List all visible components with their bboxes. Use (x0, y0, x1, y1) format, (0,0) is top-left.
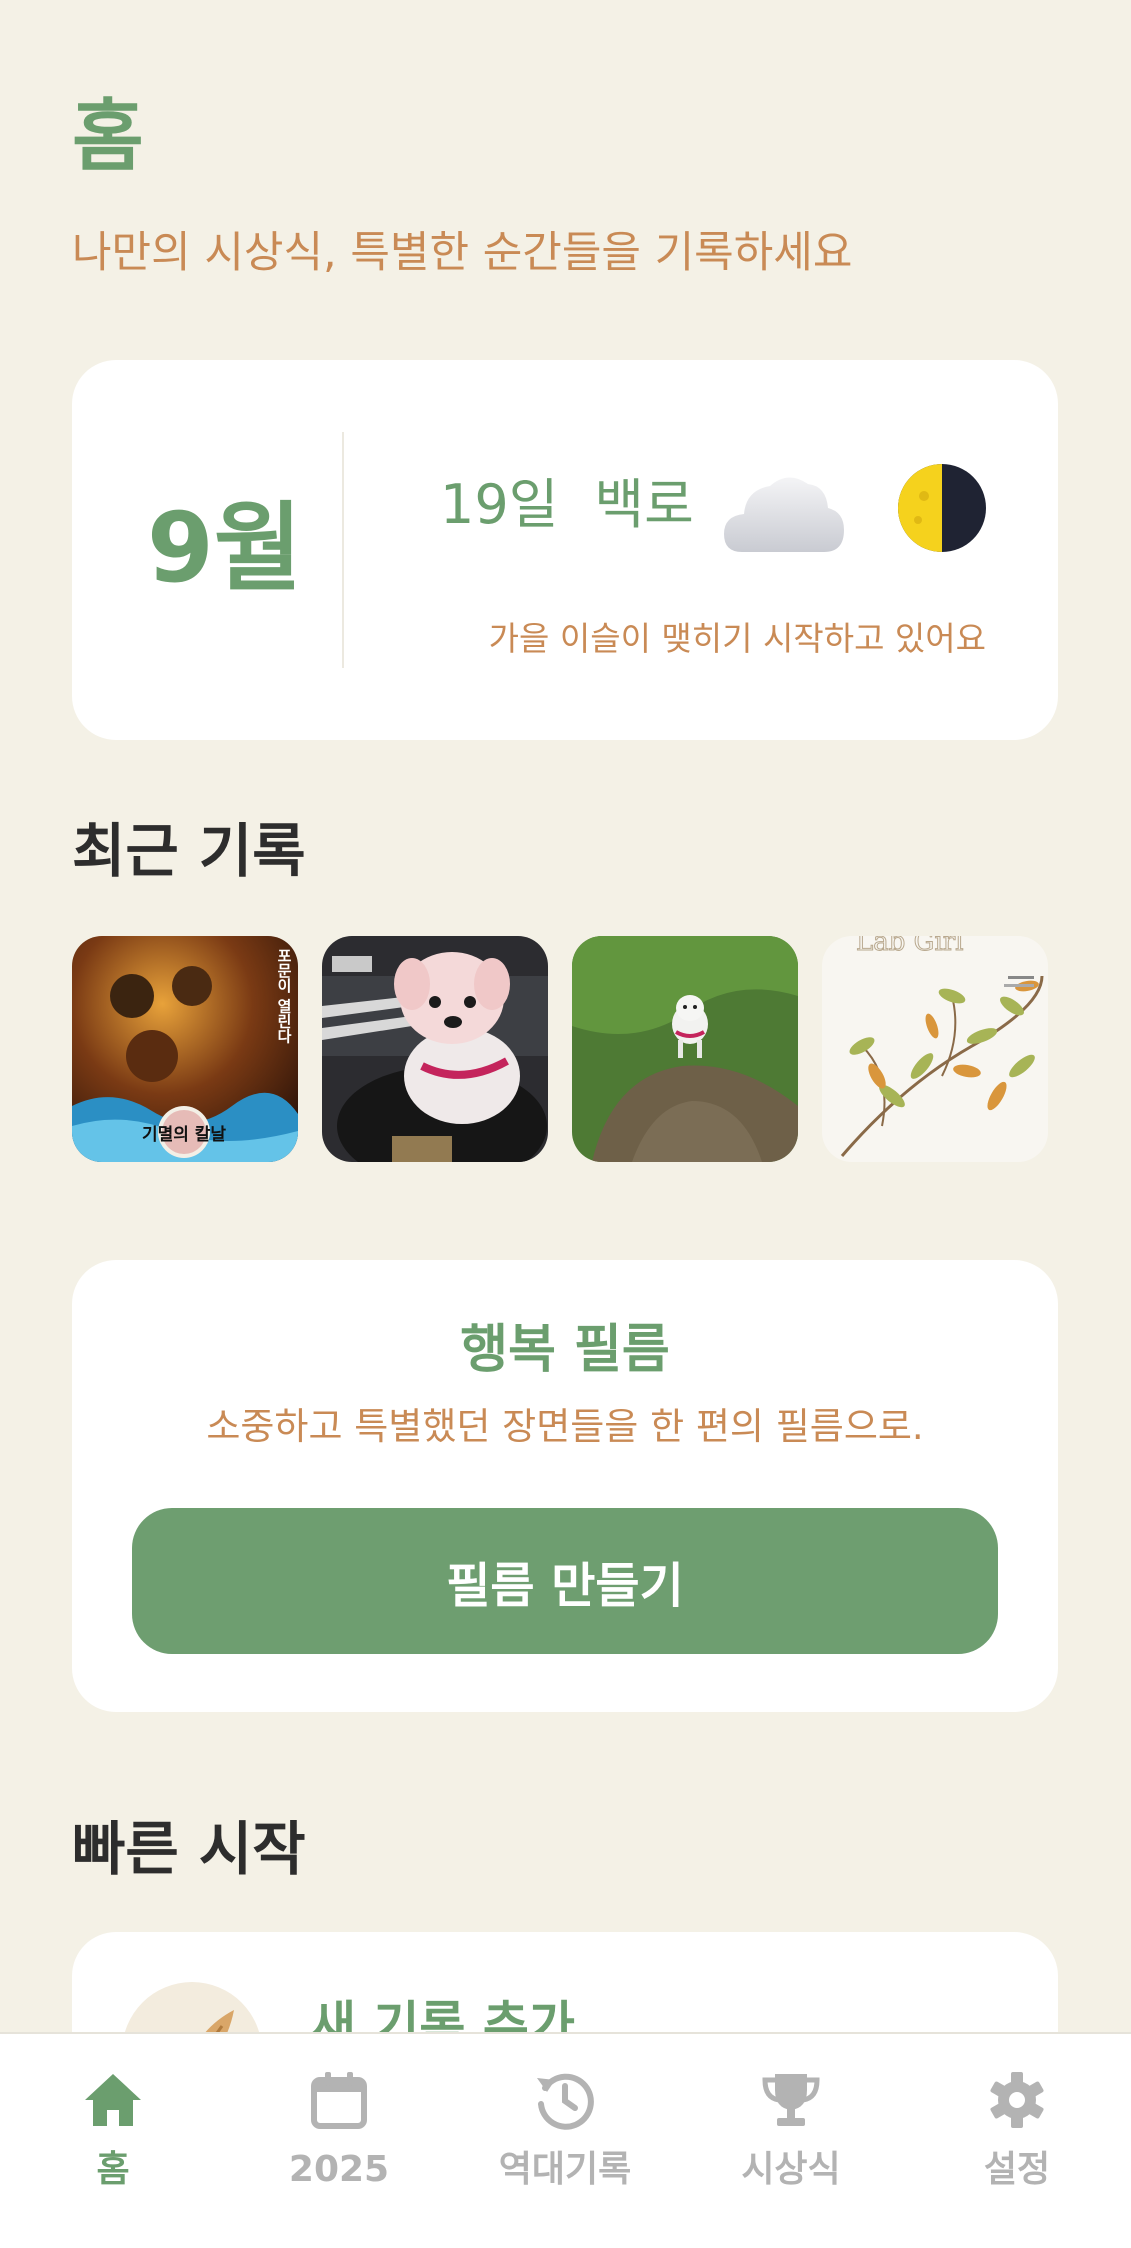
season-card[interactable]: 9월 19일 백로 가을 이슬이 맺히기 시작하고 있어요 (72, 360, 1058, 740)
movie-poster-image: 기멸의 칼날 포문이 열린다 (72, 936, 298, 1162)
movie-poster-thumbnail[interactable]: 기멸의 칼날 포문이 열린다 (72, 936, 298, 1162)
tab-2025[interactable]: 2025 (226, 2034, 452, 2248)
page-subtitle: 나만의 시상식, 특별한 순간들을 기록하세요 (72, 228, 853, 278)
tab-awards-label: 시상식 (741, 2149, 841, 2190)
film-description: 소중하고 특별했던 장면들을 한 편의 필름으로. (206, 1405, 924, 1448)
solar-term-description: 가을 이슬이 맺히기 시작하고 있어요 (488, 619, 986, 658)
recent-thumbnails: 기멸의 칼날 포문이 열린다 Lab Girl (72, 936, 1072, 1162)
tab-history-label: 역대기록 (498, 2149, 632, 2190)
month-label: 9월 (147, 492, 303, 604)
home-icon (85, 2074, 141, 2126)
tab-settings[interactable]: 설정 (904, 2034, 1130, 2248)
trophy-icon (762, 2074, 820, 2126)
dog-photo-thumbnail[interactable] (322, 936, 548, 1162)
dog-photo-image (322, 936, 548, 1162)
calendar-icon (311, 2072, 367, 2129)
dog-on-grass-thumbnail[interactable] (572, 936, 798, 1162)
recent-section-title: 최근 기록 (72, 817, 306, 885)
happiness-film-card: 행복 필름 소중하고 특별했던 장면들을 한 편의 필름으로. 필름 만들기 (72, 1260, 1058, 1712)
book-cover-thumbnail[interactable]: Lab Girl (822, 936, 1048, 1162)
divider (342, 432, 344, 668)
tab-awards[interactable]: 시상식 (678, 2034, 904, 2248)
tab-history[interactable]: 역대기록 (452, 2034, 678, 2248)
bottom-tab-bar: 홈 2025 역대기록 시상식 설정 (0, 2032, 1131, 2248)
tab-home[interactable]: 홈 (0, 2034, 226, 2248)
solar-term-row: 19일 백로 (440, 478, 694, 532)
cloud-icon (724, 477, 844, 552)
gear-icon (990, 2072, 1044, 2128)
tab-2025-label: 2025 (288, 2149, 390, 2190)
day-label: 19일 (440, 473, 559, 536)
solar-term-label: 백로 (594, 473, 694, 536)
first-quarter-moon-icon (898, 464, 986, 552)
quick-start-section-title: 빠른 시작 (72, 1815, 306, 1883)
film-title: 행복 필름 (460, 1320, 670, 1380)
tab-home-label: 홈 (96, 2149, 130, 2190)
tab-settings-label: 설정 (983, 2149, 1051, 2190)
poster-side-text: 포문이 열린다 (275, 948, 293, 1044)
book-cover-image: Lab Girl (822, 936, 1048, 1162)
page-title: 홈 (72, 92, 144, 182)
home-screen: 홈 나만의 시상식, 특별한 순간들을 기록하세요 9월 19일 백로 가을 이슬… (0, 0, 1131, 2248)
dog-on-grass-image (572, 936, 798, 1162)
book-title-text: Lab Girl (856, 936, 964, 957)
history-icon (537, 2073, 594, 2130)
poster-title-text: 기멸의 칼날 (142, 1125, 226, 1145)
make-film-button[interactable]: 필름 만들기 (132, 1508, 998, 1654)
